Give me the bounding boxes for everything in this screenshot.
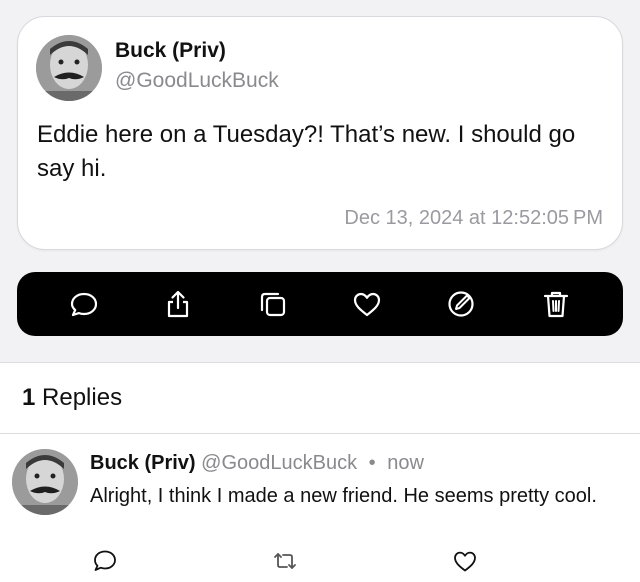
edit-button[interactable]	[441, 284, 481, 324]
reply-author-handle[interactable]: @GoodLuckBuck	[201, 452, 357, 474]
edit-icon	[448, 291, 475, 317]
heart-icon	[354, 292, 381, 317]
post-author-avatar[interactable]	[36, 35, 102, 101]
reply-actions	[90, 548, 490, 576]
replies-header: 1 Replies	[22, 384, 122, 412]
share-icon	[168, 290, 189, 318]
like-button[interactable]	[347, 284, 387, 324]
reply-time: now	[387, 452, 424, 474]
post-timestamp: Dec 13, 2024 at 12:52:05 PM	[344, 207, 603, 229]
post-card: Buck (Priv) @GoodLuckBuck Eddie here on …	[17, 16, 623, 250]
section-divider	[0, 362, 640, 363]
reply-separator: •	[368, 452, 376, 474]
avatar-photo	[36, 35, 102, 101]
reply-icon	[94, 550, 116, 571]
heart-icon	[454, 551, 476, 572]
post-body-text: Eddie here on a Tuesday?! That’s new. I …	[37, 121, 576, 182]
repost-icon	[274, 553, 296, 569]
copy-icon	[260, 292, 285, 317]
reply-author-name[interactable]: Buck (Priv)	[90, 452, 196, 474]
post-action-toolbar	[17, 272, 623, 336]
reply-repost-button[interactable]	[272, 548, 300, 576]
reply-author-avatar[interactable]	[12, 449, 78, 515]
trash-icon	[543, 291, 568, 318]
replies-count-number: 1	[22, 384, 36, 411]
post-author-name[interactable]: Buck (Priv)	[115, 39, 226, 63]
reply-button[interactable]	[64, 284, 104, 324]
copy-button[interactable]	[253, 284, 293, 324]
avatar-photo	[12, 449, 78, 515]
replies-divider	[0, 433, 640, 434]
replies-label: Replies	[42, 384, 123, 411]
post-author-handle[interactable]: @GoodLuckBuck	[115, 69, 279, 93]
reply-body-text: Alright, I think I made a new friend. He…	[90, 485, 597, 507]
reply-icon	[71, 292, 98, 317]
reply-reply-button[interactable]	[92, 548, 120, 576]
delete-button[interactable]	[536, 284, 576, 324]
reply-header: Buck (Priv) @GoodLuckBuck • now	[90, 452, 424, 475]
share-button[interactable]	[158, 284, 198, 324]
reply-like-button[interactable]	[452, 548, 480, 576]
